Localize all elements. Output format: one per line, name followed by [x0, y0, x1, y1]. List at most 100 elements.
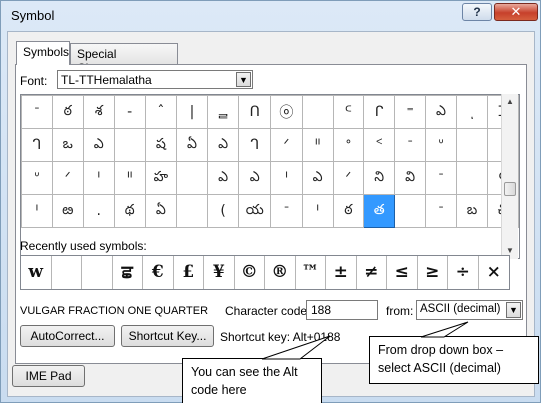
symbol-cell[interactable]: ᑊ	[301, 194, 334, 228]
recent-symbol-cell[interactable]	[52, 256, 82, 289]
symbol-cell[interactable]: ᐡ	[21, 161, 53, 195]
symbol-cell[interactable]: ᐟ	[51, 161, 84, 195]
ime-pad-button[interactable]: IME Pad	[12, 365, 85, 387]
character-code-input[interactable]: 188	[306, 300, 378, 320]
symbol-cell[interactable]: ఎ	[206, 161, 240, 195]
symbol-cell[interactable]: ᒼ	[332, 95, 365, 129]
recent-symbol-cell[interactable]: ™	[296, 256, 326, 289]
symbol-cell[interactable]: ᐟ	[270, 128, 303, 162]
tab-special-characters[interactable]: Special Characters	[70, 43, 178, 75]
recent-symbol-cell[interactable]: ≠	[357, 256, 387, 289]
symbol-cell[interactable]	[176, 194, 208, 228]
symbol-cell[interactable]: ᑊ	[82, 161, 115, 195]
symbol-cell[interactable]: ᑎ	[238, 95, 272, 129]
symbol-cell[interactable]: ˆ	[144, 95, 178, 129]
symbol-cell[interactable]: త	[363, 194, 396, 228]
recent-symbol-cell[interactable]: ≥	[418, 256, 448, 289]
symbol-cell[interactable]	[113, 128, 146, 162]
symbol-cell[interactable]: -	[113, 95, 146, 129]
symbol-cell[interactable]: ᐨ	[425, 161, 457, 195]
symbol-cell[interactable]: ᐦ	[113, 161, 146, 195]
symbol-cell[interactable]: ఎ	[238, 161, 272, 195]
symbol-cell[interactable]: ᐟ	[332, 161, 365, 195]
recent-symbol-cell[interactable]: ≤	[387, 256, 418, 289]
symbol-grid[interactable]: ᐨఠశ-ˆ|ᆯᑎⓞᒼᒋ⁼ఎͺᑐᒉఒఎషఏఎᒉᐟᐦᐤᑉᐨᐡᐡᐟᑊᐦహఎఎᑊఎᐟని…	[20, 94, 520, 259]
symbol-cell[interactable]: థ	[113, 194, 146, 228]
recent-symbol-cell[interactable]: ¥	[204, 256, 235, 289]
recent-symbol-cell[interactable]: €	[143, 256, 174, 289]
symbol-cell[interactable]: ఏ	[176, 128, 208, 162]
alt-callout-line1: You can see the Alt	[191, 365, 298, 379]
shortcut-key-button[interactable]: Shortcut Key...	[121, 325, 214, 347]
chevron-down-icon[interactable]: ▼	[506, 302, 521, 318]
symbol-cell[interactable]: ͺ	[455, 95, 488, 129]
recent-symbols[interactable]: w ਛ € £ ¥ © ® ™ ± ≠ ≤ ≥ ÷ ×	[20, 255, 510, 290]
symbol-cell[interactable]: ఏ	[144, 194, 178, 228]
symbol-cell[interactable]: ᐨ	[425, 194, 457, 228]
recent-symbol-cell[interactable]: £	[174, 256, 204, 289]
character-name: VULGAR FRACTION ONE QUARTER	[20, 305, 209, 317]
symbol-cell[interactable]: ᐨ	[394, 128, 427, 162]
alt-code-callout: You can see the Alt code here	[182, 358, 322, 403]
symbol-cell[interactable]: ఒ	[51, 128, 84, 162]
symbol-cell[interactable]: (	[206, 194, 240, 228]
recent-symbol-cell[interactable]: ±	[326, 256, 357, 289]
symbol-cell[interactable]: ᑉ	[363, 128, 396, 162]
help-button[interactable]: ?	[462, 3, 492, 21]
title-bar[interactable]: Symbol ? ✕	[1, 1, 540, 31]
symbol-cell[interactable]: ఠ	[332, 194, 365, 228]
symbol-cell[interactable]: ᑊ	[21, 194, 53, 228]
font-select[interactable]: TL-TTHemalatha ▼	[57, 70, 253, 89]
symbol-cell[interactable]: ᑊ	[270, 161, 303, 195]
symbol-cell[interactable]: బ	[455, 194, 488, 228]
symbol-cell[interactable]	[301, 95, 334, 129]
grid-scrollbar[interactable]: ▲ ▼	[501, 94, 518, 259]
symbol-cell[interactable]: ష	[144, 128, 178, 162]
recent-symbol-cell[interactable]: ×	[479, 256, 509, 289]
from-select[interactable]: ASCII (decimal) ▼	[416, 300, 523, 320]
recent-symbol-cell[interactable]	[82, 256, 113, 289]
scroll-up-icon[interactable]: ▲	[502, 94, 518, 110]
symbol-cell[interactable]: ᒋ	[363, 95, 396, 129]
chevron-down-icon[interactable]: ▼	[236, 72, 251, 87]
symbol-cell[interactable]: ఎ	[425, 95, 457, 129]
recent-symbol-cell[interactable]: ©	[235, 256, 265, 289]
symbol-cell[interactable]: ని	[363, 161, 396, 195]
symbol-cell[interactable]: ఎ	[206, 128, 240, 162]
symbol-cell[interactable]: ఴ	[51, 194, 84, 228]
symbol-cell[interactable]: ⁼	[394, 95, 427, 129]
symbol-cell[interactable]: ᐦ	[301, 128, 334, 162]
symbol-cell[interactable]: ᐤ	[332, 128, 365, 162]
symbol-cell[interactable]	[394, 194, 427, 228]
close-button[interactable]: ✕	[494, 3, 538, 21]
recent-symbol-cell[interactable]: w	[21, 256, 52, 289]
autocorrect-button[interactable]: AutoCorrect...	[20, 325, 115, 347]
symbol-cell[interactable]: ᆯ	[206, 95, 240, 129]
symbol-cell[interactable]: ⓞ	[270, 95, 303, 129]
symbol-cell[interactable]: .	[82, 194, 115, 228]
scroll-thumb[interactable]	[504, 182, 516, 196]
alt-callout-line2: code here	[191, 383, 247, 397]
symbol-cell[interactable]	[455, 128, 488, 162]
symbol-cell[interactable]: ఠ	[51, 95, 84, 129]
shortcut-key-text: Shortcut key: Alt+0188	[220, 330, 341, 344]
symbol-cell[interactable]: ᐨ	[21, 95, 53, 129]
symbol-cell[interactable]: య	[238, 194, 272, 228]
symbol-cell[interactable]: ᒉ	[238, 128, 272, 162]
symbol-table: ᐨఠశ-ˆ|ᆯᑎⓞᒼᒋ⁼ఎͺᑐᒉఒఎషఏఎᒉᐟᐦᐤᑉᐨᐡᐡᐟᑊᐦహఎఎᑊఎᐟని…	[21, 95, 520, 228]
tab-symbols[interactable]: Symbols	[16, 41, 70, 65]
symbol-cell[interactable]: ఎ	[82, 128, 115, 162]
symbol-cell[interactable]: |	[176, 95, 208, 129]
symbol-cell[interactable]: వి	[394, 161, 427, 195]
recent-symbol-cell[interactable]: ਛ	[113, 256, 143, 289]
symbol-cell[interactable]: ᐡ	[425, 128, 457, 162]
recent-symbol-cell[interactable]: ®	[265, 256, 296, 289]
symbol-cell[interactable]: హ	[144, 161, 178, 195]
symbol-cell[interactable]	[176, 161, 208, 195]
symbol-cell[interactable]	[455, 161, 488, 195]
symbol-cell[interactable]: ᐨ	[270, 194, 303, 228]
symbol-cell[interactable]: శ	[82, 95, 115, 129]
symbol-cell[interactable]: ఎ	[301, 161, 334, 195]
recent-symbol-cell[interactable]: ÷	[448, 256, 479, 289]
symbol-cell[interactable]: ᒉ	[21, 128, 53, 162]
